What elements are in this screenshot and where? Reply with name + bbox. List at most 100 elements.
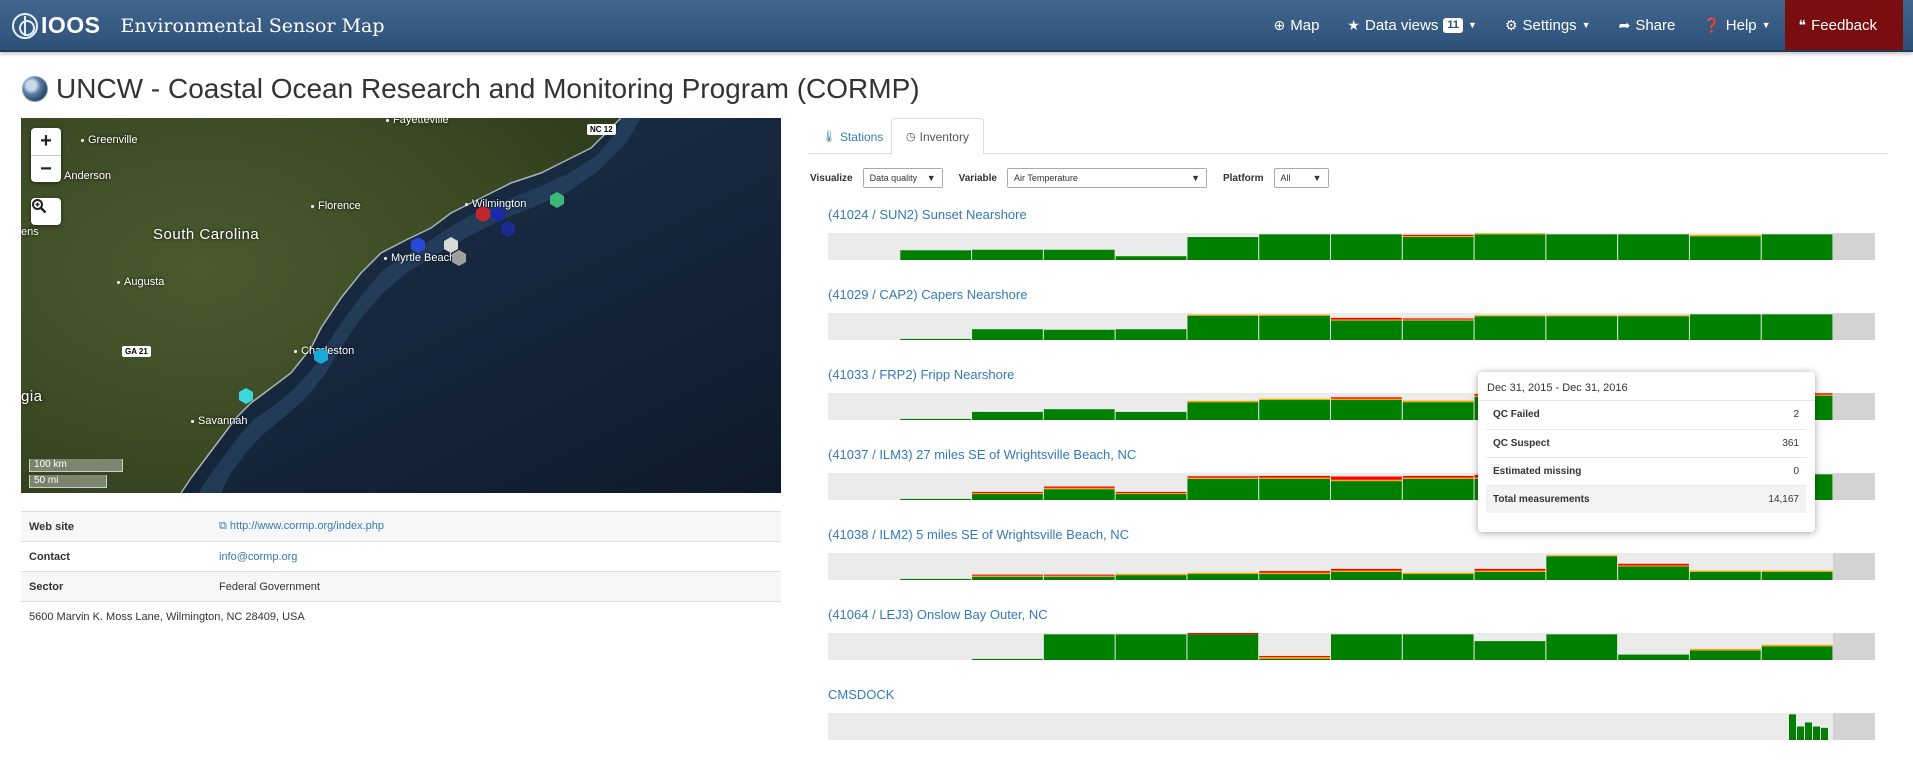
qc-good-bar [1115, 411, 1187, 420]
station-inventory-strip[interactable] [828, 553, 1875, 580]
qc-good-bar [1474, 316, 1546, 340]
qc-failed-bar [1187, 633, 1259, 635]
qc-suspect-bar [1331, 570, 1402, 572]
map-label-wilmington: Wilmington [465, 198, 526, 210]
qc-good-bar [1043, 409, 1115, 420]
zoom-box-icon[interactable] [31, 198, 61, 225]
station-map[interactable]: Fayetteville Greenville Anderson ens Flo… [21, 118, 781, 493]
station-link[interactable]: (41029 / CAP2) Capers Nearshore [828, 287, 1027, 302]
qc-failed-bar [1043, 486, 1115, 488]
station-link[interactable]: CMSDOCK [828, 687, 894, 702]
qc-good-bar [1789, 714, 1796, 740]
qc-good-bar [1331, 634, 1402, 660]
map-label-augusta: Augusta [117, 276, 164, 288]
qc-good-bar [972, 329, 1043, 340]
qc-good-bar [1402, 402, 1474, 420]
tab-stations[interactable]: 🌡 Stations [808, 118, 897, 155]
qc-good-bar [1689, 236, 1761, 260]
qc-good-bar [900, 498, 972, 500]
station-link[interactable]: (41024 / SUN2) Sunset Nearshore [828, 207, 1027, 222]
help-icon: ❓ [1703, 16, 1721, 33]
station-link[interactable]: (41064 / LEJ3) Onslow Bay Outer, NC [828, 607, 1048, 622]
route-shield-nc12: NC 12 [587, 124, 616, 135]
station-link[interactable]: (41038 / ILM2) 5 miles SE of Wrightsvill… [828, 527, 1129, 542]
qc-suspect-bar [1187, 314, 1259, 316]
qc-good-bar [1259, 234, 1330, 260]
logo-text: IOOS [41, 12, 101, 38]
station-inventory-strip[interactable] [828, 313, 1875, 340]
info-value: info@cormp.org [211, 541, 781, 572]
nav-help[interactable]: ❓ Help ▼ [1689, 0, 1784, 50]
brand[interactable]: IOOS Environmental Sensor Map [12, 12, 385, 39]
qc-suspect-bar [1402, 235, 1474, 238]
tab-inventory-label: Inventory [919, 129, 969, 144]
station-inventory-strip[interactable] [828, 713, 1875, 740]
qc-suspect-bar [1402, 319, 1474, 321]
station-inventory-strip[interactable] [828, 233, 1875, 260]
nav-data-views-label: Data views [1364, 16, 1439, 34]
qc-suspect-bar [1402, 572, 1474, 575]
map-label-fayetteville: Fayetteville [386, 118, 449, 126]
map-label-charleston: Charleston [294, 345, 354, 357]
station-inventory-strip[interactable] [828, 633, 1875, 660]
qc-good-bar [1115, 256, 1187, 260]
qc-suspect-bar [1402, 477, 1474, 479]
qc-good-bar [1546, 234, 1618, 260]
platform-select[interactable]: All ▼ [1273, 168, 1329, 188]
qc-suspect-bar [972, 492, 1043, 495]
page-title: UNCW - Coastal Ocean Research and Monito… [56, 73, 920, 104]
qc-suspect-bar [1546, 315, 1618, 317]
qc-suspect-bar [1474, 315, 1546, 317]
nav-feedback[interactable]: ❝ Feedback [1784, 0, 1903, 50]
top-navbar: IOOS Environmental Sensor Map ⊕ Map ★ Da… [0, 0, 1913, 52]
qc-good-bar [1402, 478, 1474, 500]
zoom-out-button[interactable]: − [31, 155, 61, 182]
station-link[interactable]: (41037 / ILM3) 27 miles SE of Wrightsvil… [828, 447, 1136, 462]
qc-failed-bar [1474, 568, 1546, 571]
nav-map-label: Map [1290, 16, 1320, 34]
qc-good-bar [1761, 571, 1833, 580]
nav-map[interactable]: ⊕ Map [1260, 0, 1334, 50]
qc-good-bar [972, 576, 1043, 580]
strip-end-cap [1833, 473, 1875, 500]
qc-failed-bar [1331, 476, 1402, 480]
qc-failed-bar [1259, 475, 1330, 478]
tab-stations-label: Stations [839, 129, 884, 144]
qc-suspect-bar [1187, 477, 1259, 479]
nav-share[interactable]: ➦ Share [1605, 0, 1690, 50]
visualize-select[interactable]: Data quality ▼ [862, 168, 943, 188]
nav-settings[interactable]: ⚙ Settings ▼ [1491, 0, 1605, 50]
qc-good-bar [1259, 315, 1330, 340]
qc-good-bar [1689, 314, 1761, 340]
variable-select[interactable]: Air Temperature ▼ [1006, 168, 1207, 188]
qc-suspect-bar [1402, 400, 1474, 403]
info-row-sector: Sector Federal Government [21, 571, 781, 602]
zoom-in-button[interactable]: + [31, 128, 61, 155]
qc-good-bar [1331, 234, 1402, 260]
website-link[interactable]: ⧉ http://www.cormp.org/index.php [219, 520, 384, 532]
qc-good-bar [900, 338, 972, 340]
visualize-label: Visualize [810, 172, 853, 184]
qc-good-bar [1797, 726, 1804, 740]
map-label-south-carolina: South Carolina [153, 226, 260, 243]
route-shield-ga21: GA 21 [122, 346, 151, 357]
qc-failed-bar [972, 491, 1043, 493]
station-link[interactable]: (41033 / FRP2) Fripp Nearshore [828, 367, 1014, 382]
contact-email-link[interactable]: info@cormp.org [219, 551, 297, 563]
chevron-down-icon: ▼ [1191, 173, 1200, 183]
qc-good-bar [1618, 566, 1689, 580]
qc-good-bar [1546, 634, 1618, 660]
qc-suspect-bar [972, 575, 1043, 577]
tab-inventory[interactable]: ◷ Inventory [891, 118, 984, 155]
nav-data-views[interactable]: ★ Data views 11 ▼ [1333, 0, 1490, 50]
qc-good-bar [1115, 575, 1187, 580]
qc-suspect-bar [1259, 572, 1330, 575]
globe-icon: ⊕ [1273, 16, 1286, 33]
qc-good-bar [1259, 574, 1330, 580]
chevron-down-icon: ▼ [1761, 20, 1771, 30]
qc-good-bar [1402, 237, 1474, 260]
strip-end-cap [1833, 393, 1875, 420]
qc-good-bar [900, 418, 972, 420]
qc-good-bar [972, 658, 1043, 660]
qc-suspect-bar [1331, 479, 1402, 482]
